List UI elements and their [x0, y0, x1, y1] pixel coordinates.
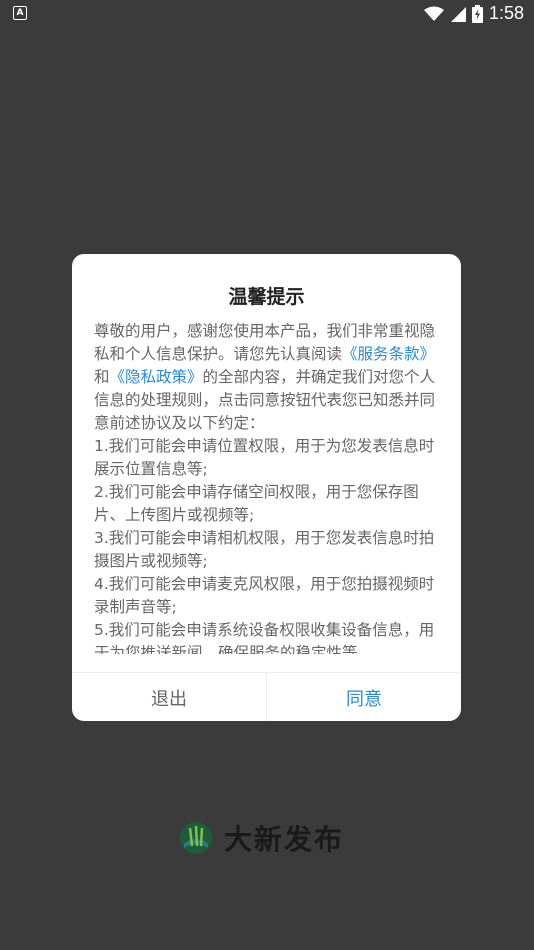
dialog-body[interactable]: 尊敬的用户，感谢您使用本产品，我们非常重视隐私和个人信息保护。请您先认真阅读《服…	[94, 320, 442, 654]
terms-of-service-link[interactable]: 《服务条款》	[342, 345, 435, 363]
list-item: 2.我们可能会申请存储空间权限，用于您保存图片、上传图片或视频等;	[94, 483, 419, 524]
exit-button[interactable]: 退出	[72, 673, 267, 721]
notification-a-icon: A	[13, 6, 27, 20]
clock: 1:58	[488, 3, 524, 23]
and-text: 和	[94, 368, 110, 386]
brand-logo-icon	[180, 822, 212, 854]
status-bar: A 1:58	[0, 0, 534, 28]
dialog-title: 温馨提示	[228, 286, 305, 308]
list-item: 5.我们可能会申请系统设备权限收集设备信息，用于为您推送新闻，确保服务的稳定性等	[94, 621, 435, 654]
privacy-dialog: 温馨提示 尊敬的用户，感谢您使用本产品，我们非常重视隐私和个人信息保护。请您先认…	[72, 254, 461, 721]
brand-footer: 大新发布	[178, 818, 344, 858]
wifi-icon	[423, 6, 444, 21]
intro-paragraph: 尊敬的用户，感谢您使用本产品，我们非常重视隐私和个人信息保护。请您先认真阅读《服…	[94, 320, 442, 435]
status-icons: 1:58	[423, 3, 524, 24]
cell-signal-icon	[450, 6, 466, 22]
list-item: 4.我们可能会申请麦克风权限，用于您拍摄视频时录制声音等;	[94, 575, 435, 616]
agree-button[interactable]: 同意	[267, 673, 461, 721]
dialog-footer: 退出 同意	[72, 672, 461, 721]
list-item: 1.我们可能会申请位置权限，用于为您发表信息时展示位置信息等;	[94, 437, 435, 478]
list-item: 3.我们可能会申请相机权限，用于您发表信息时拍摄图片或视频等;	[94, 529, 435, 570]
privacy-policy-link[interactable]: 《隐私政策》	[110, 368, 203, 386]
brand-name: 大新发布	[224, 823, 345, 856]
battery-charging-icon	[471, 4, 483, 23]
